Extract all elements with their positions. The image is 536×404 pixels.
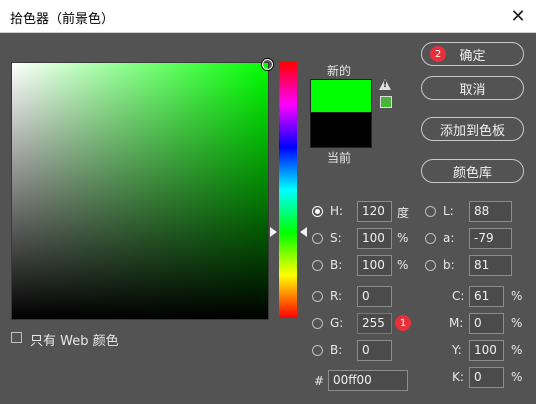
y-input[interactable]: 100 bbox=[469, 340, 504, 361]
add-to-swatches-button[interactable]: 添加到色板 bbox=[421, 117, 524, 141]
window-title: 拾色器（前景色） bbox=[10, 12, 115, 27]
radio-a[interactable] bbox=[425, 233, 436, 244]
c-label: C: bbox=[452, 289, 465, 303]
hue-slider-right-arrow[interactable] bbox=[300, 227, 307, 237]
color-field-cursor[interactable] bbox=[262, 59, 273, 70]
radio-l[interactable] bbox=[425, 206, 436, 217]
color-field-shade bbox=[12, 63, 268, 319]
ok-button-label: 确定 bbox=[459, 48, 486, 64]
k-input[interactable]: 0 bbox=[469, 367, 504, 388]
k-label: K: bbox=[452, 370, 464, 384]
annotation-badge-1: 1 bbox=[395, 315, 411, 331]
y-label: Y: bbox=[452, 343, 462, 357]
c-input[interactable]: 61 bbox=[469, 286, 504, 307]
web-only-label: 只有 Web 颜色 bbox=[30, 334, 119, 349]
l-input[interactable]: 88 bbox=[469, 201, 512, 222]
new-color-label: 新的 bbox=[327, 64, 352, 78]
color-field[interactable] bbox=[11, 59, 273, 320]
h-label: H: bbox=[330, 204, 344, 218]
color-libraries-label: 颜色库 bbox=[452, 165, 492, 181]
lab-b-input[interactable]: 81 bbox=[469, 255, 512, 276]
annotation-badge-2: 2 bbox=[430, 46, 446, 62]
brightness-input[interactable]: 100 bbox=[357, 255, 392, 276]
hex-input[interactable]: 00ff00 bbox=[328, 370, 408, 391]
title-bar: 拾色器（前景色） ✕ bbox=[0, 0, 536, 33]
m-label: M: bbox=[449, 316, 464, 330]
radio-r[interactable] bbox=[312, 291, 323, 302]
cancel-button-label: 取消 bbox=[459, 82, 486, 98]
color-libraries-button[interactable]: 颜色库 bbox=[421, 159, 524, 183]
r-label: R: bbox=[330, 289, 343, 303]
add-to-swatches-label: 添加到色板 bbox=[439, 123, 505, 139]
cancel-button[interactable]: 取消 bbox=[421, 76, 524, 100]
g-label: G: bbox=[330, 316, 344, 330]
web-only-checkbox[interactable] bbox=[11, 332, 22, 343]
h-input[interactable]: 120 bbox=[357, 201, 392, 222]
h-unit: 度 bbox=[397, 206, 410, 220]
radio-s[interactable] bbox=[312, 233, 323, 244]
radio-blue[interactable] bbox=[312, 345, 323, 356]
g-input[interactable]: 255 bbox=[357, 313, 392, 334]
y-unit: % bbox=[511, 343, 523, 357]
current-color-label: 当前 bbox=[327, 151, 352, 165]
radio-brightness[interactable] bbox=[312, 260, 323, 271]
brightness-unit: % bbox=[397, 258, 409, 272]
hex-label: # bbox=[314, 374, 325, 388]
radio-g[interactable] bbox=[312, 318, 323, 329]
a-label: a: bbox=[443, 231, 455, 245]
l-label: L: bbox=[443, 204, 454, 218]
radio-lab-b[interactable] bbox=[425, 260, 436, 271]
s-input[interactable]: 100 bbox=[357, 228, 392, 249]
m-input[interactable]: 0 bbox=[469, 313, 504, 334]
brightness-label: B: bbox=[330, 258, 343, 272]
s-unit: % bbox=[397, 231, 409, 245]
close-icon[interactable]: ✕ bbox=[500, 0, 536, 32]
s-label: S: bbox=[330, 231, 342, 245]
lab-b-label: b: bbox=[443, 258, 455, 272]
radio-h[interactable] bbox=[312, 206, 323, 217]
warning-icon-mark: ! bbox=[383, 80, 388, 90]
a-input[interactable]: -79 bbox=[469, 228, 512, 249]
r-input[interactable]: 0 bbox=[357, 286, 392, 307]
hue-slider[interactable] bbox=[279, 62, 297, 318]
hue-slider-left-arrow[interactable] bbox=[270, 227, 277, 237]
blue-label: B: bbox=[330, 343, 343, 357]
k-unit: % bbox=[511, 370, 523, 384]
current-color-swatch[interactable] bbox=[310, 112, 372, 148]
new-color-swatch bbox=[310, 79, 372, 113]
m-unit: % bbox=[511, 316, 523, 330]
blue-input[interactable]: 0 bbox=[357, 340, 392, 361]
c-unit: % bbox=[511, 289, 523, 303]
gamut-swatch[interactable] bbox=[380, 96, 392, 108]
